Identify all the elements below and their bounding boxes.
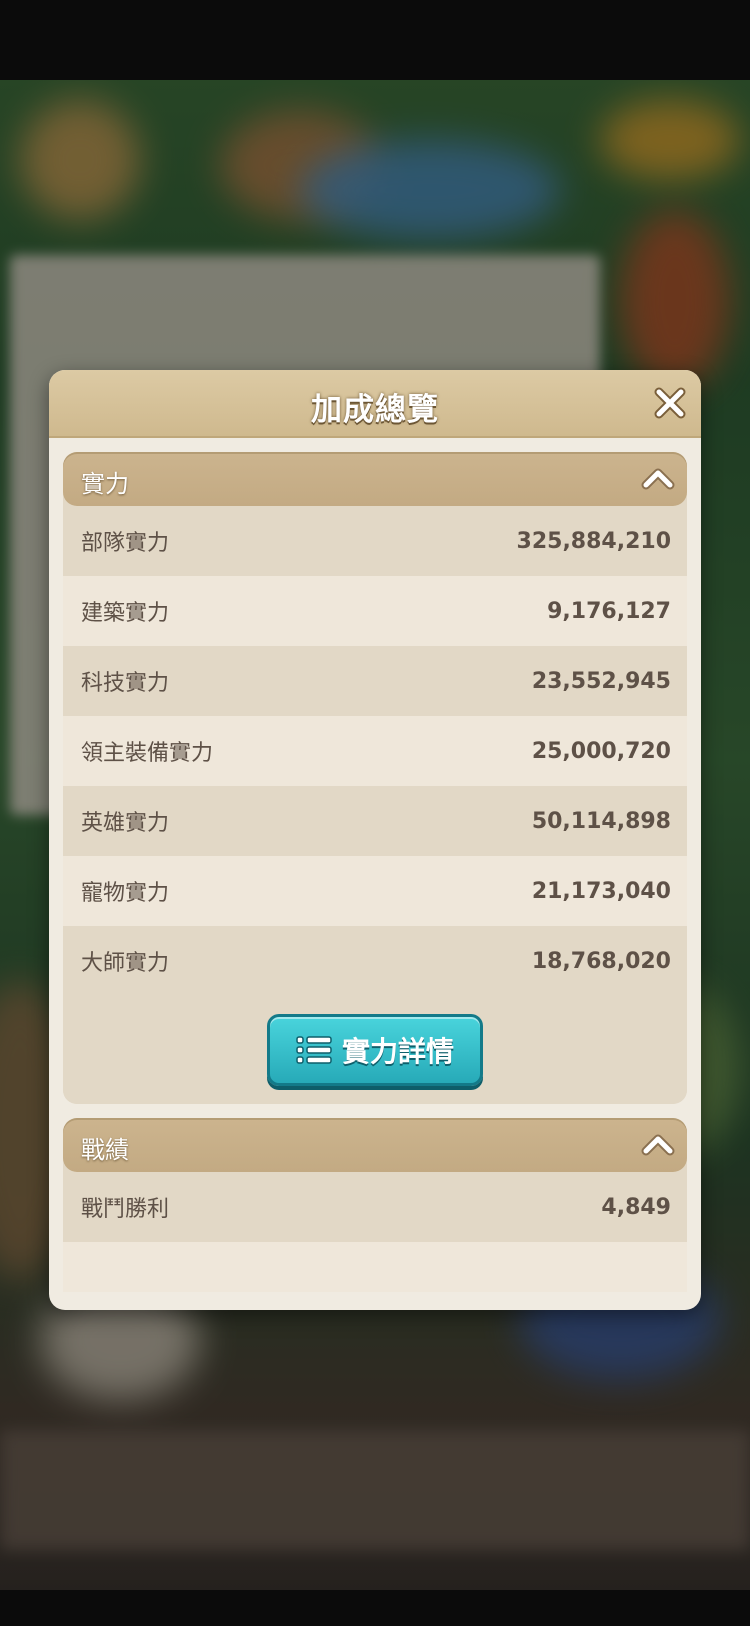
stat-value: 18,768,020 <box>531 948 671 974</box>
stat-row: 寵物實力 21,173,040 <box>63 856 687 926</box>
stat-row: 英雄實力 50,114,898 <box>63 786 687 856</box>
power-section-header[interactable]: 實力 <box>63 452 687 506</box>
stat-label: 戰鬥勝利 <box>81 1197 170 1222</box>
stat-value: 25,000,720 <box>531 738 671 764</box>
stat-value: 23,552,945 <box>531 668 671 694</box>
stat-label: 部隊實力 <box>81 531 170 556</box>
stat-label: 英雄實力 <box>81 811 170 836</box>
section-title: 實力 <box>81 470 129 498</box>
stat-row: 建築實力 9,176,127 <box>63 576 687 646</box>
stat-row-partial <box>63 1242 687 1292</box>
bonus-overview-modal: 加成總覽 實力 部隊實力 325,884,210 建築實力 9,176,127 … <box>49 370 701 1310</box>
stat-value: 21,173,040 <box>531 878 671 904</box>
power-details-button[interactable]: 實力詳情 <box>267 1014 483 1086</box>
stat-row: 領主裝備實力 25,000,720 <box>63 716 687 786</box>
stat-row: 部隊實力 325,884,210 <box>63 506 687 576</box>
power-details-label: 實力詳情 <box>341 1035 454 1068</box>
close-button[interactable] <box>651 384 689 422</box>
stat-row: 戰鬥勝利 4,849 <box>63 1172 687 1242</box>
stat-row: 大師實力 18,768,020 <box>63 926 687 996</box>
stat-label: 科技實力 <box>81 671 170 696</box>
power-section: 實力 部隊實力 325,884,210 建築實力 9,176,127 科技實力 <box>63 452 687 1104</box>
stat-label: 建築實力 <box>81 601 170 626</box>
stat-label: 領主裝備實力 <box>81 741 214 766</box>
battle-record-section: 戰績 戰鬥勝利 4,849 <box>63 1118 687 1292</box>
modal-header: 加成總覽 <box>49 370 701 438</box>
battle-record-section-header[interactable]: 戰績 <box>63 1118 687 1172</box>
chevron-up-icon[interactable] <box>639 460 677 498</box>
list-icon <box>296 1036 332 1064</box>
stat-value: 9,176,127 <box>547 598 671 624</box>
stat-label: 寵物實力 <box>81 881 170 906</box>
modal-body[interactable]: 實力 部隊實力 325,884,210 建築實力 9,176,127 科技實力 <box>49 438 701 1292</box>
stat-value: 325,884,210 <box>516 528 671 554</box>
close-icon <box>654 387 686 419</box>
stat-value: 50,114,898 <box>531 808 671 834</box>
button-area: 實力詳情 <box>63 996 687 1104</box>
modal-title: 加成總覽 <box>311 392 439 428</box>
chevron-up-icon[interactable] <box>639 1126 677 1164</box>
stat-label: 大師實力 <box>81 951 170 976</box>
stat-row: 科技實力 23,552,945 <box>63 646 687 716</box>
section-title: 戰績 <box>81 1136 129 1164</box>
stat-value: 4,849 <box>601 1194 671 1220</box>
